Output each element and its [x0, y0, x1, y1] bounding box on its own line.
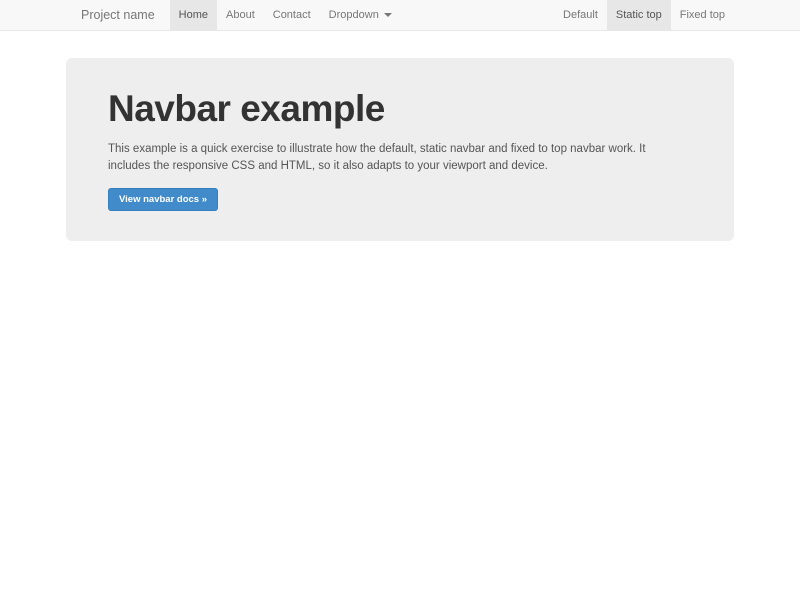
nav-link-contact[interactable]: Contact: [264, 0, 320, 30]
jumbotron: Navbar example This example is a quick e…: [66, 58, 734, 241]
navbar: Project name Home About Contact Dropdown…: [0, 0, 800, 31]
navbar-container: Project name Home About Contact Dropdown…: [66, 0, 734, 30]
caret-down-icon: [384, 13, 392, 17]
nav-link-home[interactable]: Home: [170, 0, 217, 30]
nav-link-about[interactable]: About: [217, 0, 264, 30]
page-title: Navbar example: [108, 88, 692, 131]
nav-link-fixed-top[interactable]: Fixed top: [671, 0, 734, 30]
nav-item-static-top: Static top: [607, 0, 671, 30]
nav-item-dropdown: Dropdown: [320, 0, 401, 30]
nav-item-default: Default: [554, 0, 607, 30]
nav-link-default[interactable]: Default: [554, 0, 607, 30]
nav-link-dropdown[interactable]: Dropdown: [320, 0, 401, 30]
nav-item-contact: Contact: [264, 0, 320, 30]
view-navbar-docs-button[interactable]: View navbar docs »: [108, 188, 218, 211]
navbar-brand[interactable]: Project name: [66, 0, 170, 30]
nav-item-about: About: [217, 0, 264, 30]
navbar-left-nav: Home About Contact Dropdown: [170, 0, 401, 30]
main-container: Navbar example This example is a quick e…: [66, 58, 734, 241]
nav-link-static-top[interactable]: Static top: [607, 0, 671, 30]
jumbotron-description: This example is a quick exercise to illu…: [108, 141, 688, 175]
nav-item-home: Home: [170, 0, 217, 30]
navbar-right-nav: Default Static top Fixed top: [554, 0, 734, 30]
nav-item-fixed-top: Fixed top: [671, 0, 734, 30]
nav-dropdown-label: Dropdown: [329, 9, 379, 21]
